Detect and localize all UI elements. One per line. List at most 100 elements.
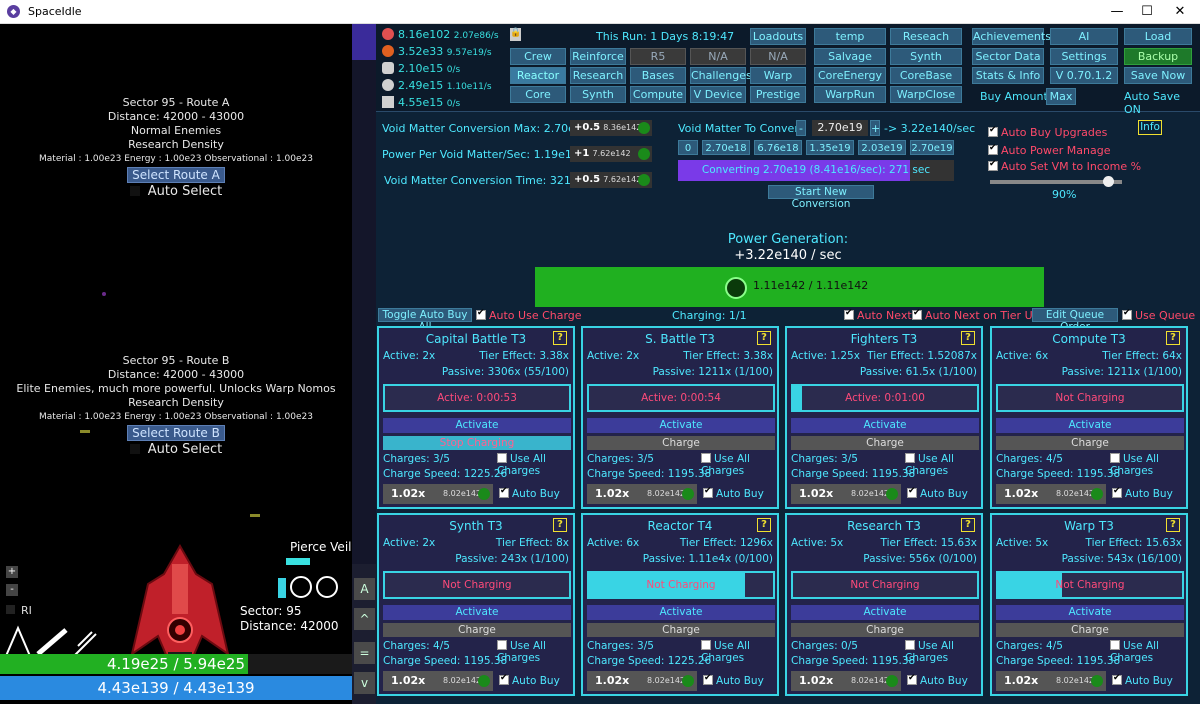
time-upgrade-button[interactable]: +0.5 7.62e142	[570, 172, 652, 188]
warp-run-button[interactable]: WarpRun	[814, 86, 886, 103]
activate-button[interactable]: Activate	[383, 605, 571, 620]
ability-icon[interactable]	[290, 576, 312, 598]
help-button[interactable]: ?	[961, 518, 975, 532]
select-route-a-button[interactable]: Select Route A	[127, 167, 225, 183]
settings-button[interactable]: Settings	[1050, 48, 1118, 65]
auto-next-checkbox[interactable]: Auto Next	[844, 308, 912, 322]
warp-drive-button[interactable]: Warp Drive	[750, 67, 806, 97]
card-upgrade-button[interactable]: 1.02x 8.02e142	[791, 671, 901, 691]
use-all-charges-checkbox[interactable]: Use All Charges	[905, 640, 981, 664]
ability-icon[interactable]	[316, 576, 338, 598]
use-all-charges-checkbox[interactable]: Use All Charges	[497, 453, 573, 477]
ai-button[interactable]: AI	[1050, 28, 1118, 45]
r5-button[interactable]: R5	[630, 48, 686, 65]
na2-button[interactable]: N/A	[750, 48, 806, 65]
stats-info-button[interactable]: Stats & Info	[972, 67, 1044, 84]
v-device-button[interactable]: V Device	[690, 86, 746, 103]
auto-select-a-checkbox[interactable]: Auto Select	[0, 185, 352, 199]
slider-knob[interactable]	[1102, 176, 1114, 187]
charge-button[interactable]: Stop Charging	[383, 436, 571, 450]
side-button-a[interactable]: A	[354, 578, 375, 600]
charge-button[interactable]: Charge	[587, 623, 775, 637]
use-queue-checkbox[interactable]: Use Queue	[1122, 308, 1195, 322]
card-auto-buy-checkbox[interactable]: Auto Buy	[499, 673, 560, 687]
sector-data-button[interactable]: Sector Data	[972, 48, 1044, 65]
card-auto-buy-checkbox[interactable]: Auto Buy	[1112, 673, 1173, 687]
help-button[interactable]: ?	[1166, 331, 1180, 345]
charge-button[interactable]: Charge	[383, 623, 571, 637]
preset-4-button[interactable]: 2.03e19	[858, 140, 906, 155]
activate-button[interactable]: Activate	[587, 418, 775, 433]
card-upgrade-button[interactable]: 1.02x 8.02e142	[996, 671, 1106, 691]
reinforce-button[interactable]: Reinforce	[570, 48, 626, 65]
side-button-up[interactable]: ^	[354, 608, 375, 630]
synth-tab-button[interactable]: Synth	[570, 86, 626, 103]
use-all-charges-checkbox[interactable]: Use All Charges	[1110, 640, 1186, 664]
crew-button[interactable]: Crew	[510, 48, 566, 65]
activate-button[interactable]: Activate	[383, 418, 571, 433]
help-button[interactable]: ?	[757, 518, 771, 532]
activate-button[interactable]: Activate	[791, 605, 979, 620]
zoom-out-button[interactable]: -	[6, 584, 18, 596]
minimize-button[interactable]: —	[1102, 2, 1132, 22]
edit-queue-order-button[interactable]: Edit Queue Order	[1032, 308, 1118, 333]
power-upgrade-button[interactable]: +1 7.62e142	[570, 146, 652, 162]
card-auto-buy-checkbox[interactable]: Auto Buy	[907, 673, 968, 687]
reseach-button[interactable]: Reseach	[890, 28, 962, 45]
reactor-button[interactable]: Reactor	[510, 67, 566, 84]
warp-close-button[interactable]: WarpClose	[890, 86, 962, 103]
preset-1-button[interactable]: 2.70e18	[702, 140, 750, 155]
compute-button[interactable]: Compute	[630, 86, 686, 103]
toggle-auto-buy-all-button[interactable]: Toggle Auto Buy All	[378, 308, 472, 333]
preset-2-button[interactable]: 6.76e18	[754, 140, 802, 155]
vm-increase-button[interactable]: +	[870, 120, 880, 136]
vm-max-upgrade-button[interactable]: +0.5 8.36e142	[570, 120, 652, 136]
activate-button[interactable]: Activate	[996, 605, 1184, 620]
charge-button[interactable]: Charge	[587, 436, 775, 450]
use-all-charges-checkbox[interactable]: Use All Charges	[497, 640, 573, 664]
card-auto-buy-checkbox[interactable]: Auto Buy	[703, 673, 764, 687]
preset-5-button[interactable]: 2.70e19	[910, 140, 954, 155]
challenges-button[interactable]: Challenges	[690, 67, 752, 84]
max-buy-button[interactable]: Max	[1046, 88, 1076, 105]
card-upgrade-button[interactable]: 1.02x 8.02e142	[383, 671, 493, 691]
auto-set-vm-checkbox[interactable]: Auto Set VM to Income %	[988, 159, 1141, 173]
side-button-equal[interactable]: =	[354, 642, 375, 664]
maximize-button[interactable]: ☐	[1132, 2, 1162, 22]
synth-button[interactable]: Synth	[890, 48, 962, 65]
help-button[interactable]: ?	[553, 518, 567, 532]
card-upgrade-button[interactable]: 1.02x 8.02e142	[791, 484, 901, 504]
help-button[interactable]: ?	[757, 331, 771, 345]
core-base-button[interactable]: CoreBase	[890, 67, 962, 84]
na-button[interactable]: N/A	[690, 48, 746, 65]
charge-button[interactable]: Charge	[996, 436, 1184, 450]
use-all-charges-checkbox[interactable]: Use All Charges	[905, 453, 981, 477]
card-auto-buy-checkbox[interactable]: Auto Buy	[499, 486, 560, 500]
loadouts-button[interactable]: Loadouts	[750, 28, 806, 45]
load-button[interactable]: Load	[1124, 28, 1192, 45]
bases-button[interactable]: Bases	[630, 67, 686, 84]
core-energy-button[interactable]: CoreEnergy	[814, 67, 886, 84]
card-auto-buy-checkbox[interactable]: Auto Buy	[703, 486, 764, 500]
achievements-button[interactable]: Achievements	[972, 28, 1051, 45]
start-conversion-button[interactable]: Start New Conversion	[768, 185, 874, 210]
temp-button[interactable]: temp	[814, 28, 886, 45]
card-auto-buy-checkbox[interactable]: Auto Buy	[907, 486, 968, 500]
card-auto-buy-checkbox[interactable]: Auto Buy	[1112, 486, 1173, 500]
zoom-in-button[interactable]: +	[6, 566, 18, 578]
vm-income-slider[interactable]	[990, 176, 1122, 187]
charge-button[interactable]: Charge	[791, 623, 979, 637]
charge-button[interactable]: Charge	[791, 436, 979, 450]
close-button[interactable]: ✕	[1165, 2, 1195, 22]
prestige-button[interactable]: Prestige	[750, 86, 806, 103]
select-route-b-button[interactable]: Select Route B	[127, 425, 225, 441]
auto-power-manage-checkbox[interactable]: Auto Power Manage	[988, 143, 1110, 157]
use-all-charges-checkbox[interactable]: Use All Charges	[1110, 453, 1186, 477]
help-button[interactable]: ?	[961, 331, 975, 345]
core-button[interactable]: Core	[510, 86, 566, 103]
help-button[interactable]: ?	[553, 331, 567, 345]
save-now-button[interactable]: Save Now	[1124, 67, 1192, 84]
vm-convert-input[interactable]: 2.70e19	[812, 120, 868, 136]
salvage-button[interactable]: Salvage	[814, 48, 886, 65]
charge-button[interactable]: Charge	[996, 623, 1184, 637]
